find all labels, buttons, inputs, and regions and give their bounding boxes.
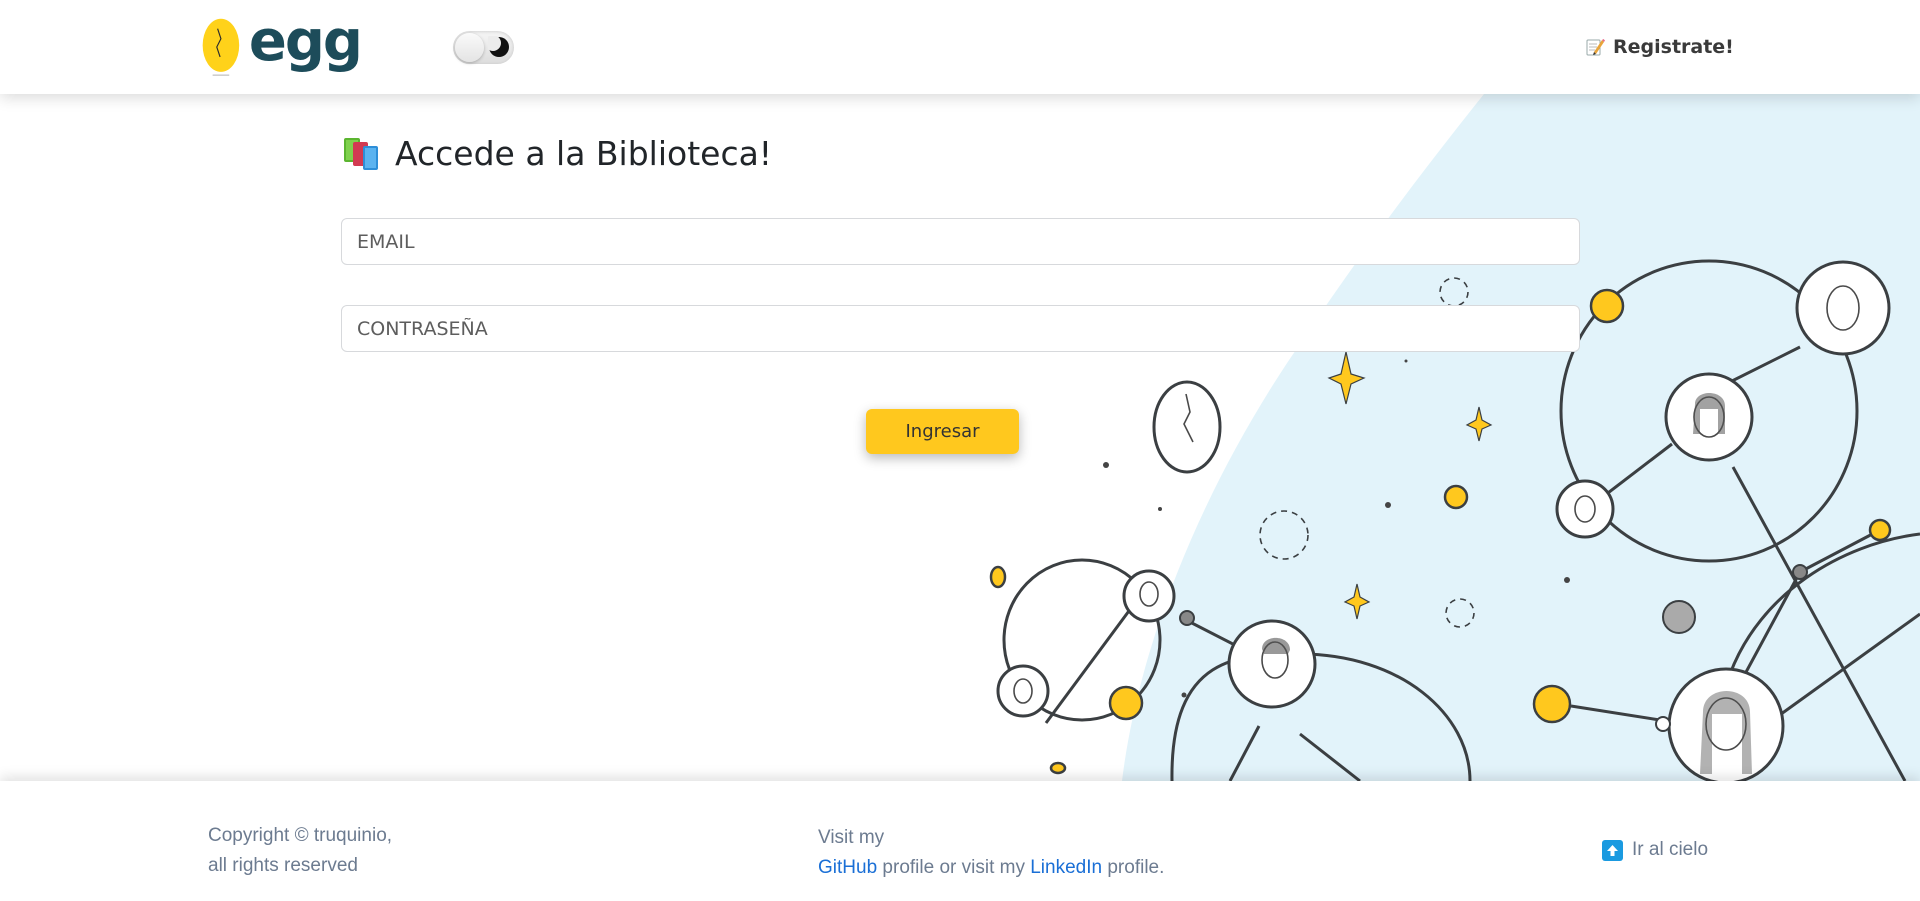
email-input[interactable] (341, 218, 1580, 265)
logo-text: egg (248, 9, 363, 74)
github-link[interactable]: GitHub (818, 857, 877, 878)
footer: Copyright © truquinio, all rights reserv… (0, 781, 1920, 901)
visit-prefix: Visit my (818, 827, 885, 848)
register-label: Registrate! (1613, 36, 1734, 58)
scroll-top-label: Ir al cielo (1632, 839, 1709, 860)
login-button[interactable]: Ingresar (866, 409, 1019, 454)
visit-line: GitHub profile or visit my LinkedIn prof… (818, 853, 1164, 883)
top-navbar: egg Registrate! (0, 0, 1920, 94)
linkedin-link[interactable]: LinkedIn (1030, 857, 1102, 878)
copyright-text: Copyright © truquinio, all rights reserv… (208, 821, 392, 881)
register-link[interactable]: Registrate! (1585, 36, 1734, 58)
title-row: Accede a la Biblioteca! (341, 134, 772, 173)
copyright-line-1: Copyright © truquinio, (208, 825, 393, 846)
egg-logo[interactable]: egg (201, 9, 363, 84)
login-section: Accede a la Biblioteca! Ingresar (0, 94, 1920, 781)
memo-icon (1586, 39, 1605, 56)
copyright-line-2: all rights reserved (208, 855, 358, 876)
egg-logo-icon (202, 18, 240, 77)
theme-toggle[interactable] (453, 31, 514, 64)
moon-icon (488, 36, 509, 57)
scroll-top-link[interactable]: Ir al cielo (1602, 839, 1708, 861)
password-input[interactable] (341, 305, 1580, 352)
visit-suffix-text: profile. (1107, 857, 1165, 878)
toggle-knob (455, 33, 484, 62)
books-icon (344, 137, 378, 170)
visit-middle-text: profile or visit my (882, 857, 1025, 878)
profile-links: Visit my GitHub profile or visit my Link… (818, 823, 1164, 883)
up-arrow-icon (1602, 839, 1623, 861)
page-title: Accede a la Biblioteca! (395, 134, 773, 173)
login-form: Accede a la Biblioteca! Ingresar (341, 94, 1581, 781)
